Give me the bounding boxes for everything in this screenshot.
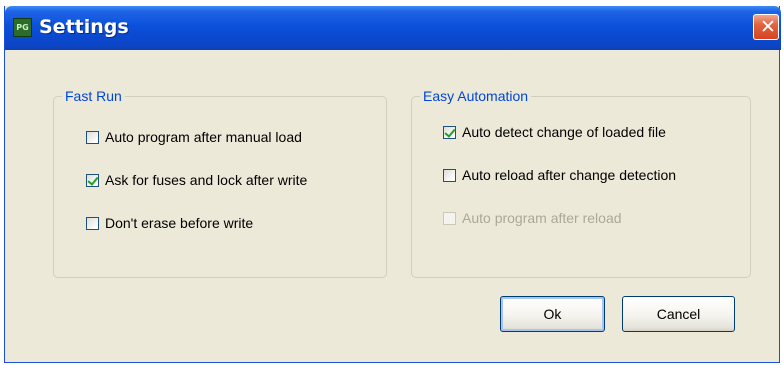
- title-bar[interactable]: PG Settings ✕: [5, 6, 781, 50]
- checkbox-label: Auto program after manual load: [105, 129, 302, 145]
- checkbox-icon: [443, 168, 456, 182]
- checkbox-label: Auto program after reload: [462, 210, 622, 226]
- app-icon: PG: [13, 18, 32, 37]
- checkbox-label: Ask for fuses and lock after write: [105, 172, 308, 188]
- cancel-button[interactable]: Cancel: [622, 296, 735, 332]
- checkbox-label: Auto detect change of loaded file: [462, 124, 666, 140]
- fast-run-legend: Fast Run: [65, 88, 122, 104]
- easy-automation-legend: Easy Automation: [423, 88, 529, 104]
- auto-program-after-reload-checkbox: Auto program after reload: [443, 210, 622, 226]
- dont-erase-before-write-checkbox[interactable]: Don't erase before write: [86, 215, 253, 231]
- checkbox-label: Auto reload after change detection: [462, 167, 677, 183]
- close-button[interactable]: ✕: [753, 14, 779, 40]
- dialog-content: Fast Run Auto program after manual load …: [5, 50, 779, 362]
- checkbox-label: Don't erase before write: [105, 215, 254, 231]
- auto-reload-after-change-checkbox[interactable]: Auto reload after change detection: [443, 167, 676, 183]
- check-mark-icon: [86, 173, 99, 187]
- checkbox-icon: [443, 211, 456, 225]
- ask-for-fuses-and-lock-checkbox[interactable]: Ask for fuses and lock after write: [86, 172, 307, 188]
- checkbox-icon: [86, 216, 99, 230]
- auto-program-after-manual-load-checkbox[interactable]: Auto program after manual load: [86, 129, 302, 145]
- close-icon: ✕: [760, 16, 776, 38]
- settings-dialog: PG Settings ✕ Fast Run Auto program afte…: [4, 6, 781, 363]
- auto-detect-change-checkbox[interactable]: Auto detect change of loaded file: [443, 124, 666, 140]
- window-title: Settings: [39, 16, 129, 38]
- checkbox-icon: [86, 130, 99, 144]
- easy-automation-group: Easy Automation: [411, 88, 751, 278]
- check-mark-icon: [443, 125, 456, 139]
- ok-button[interactable]: Ok: [500, 296, 605, 332]
